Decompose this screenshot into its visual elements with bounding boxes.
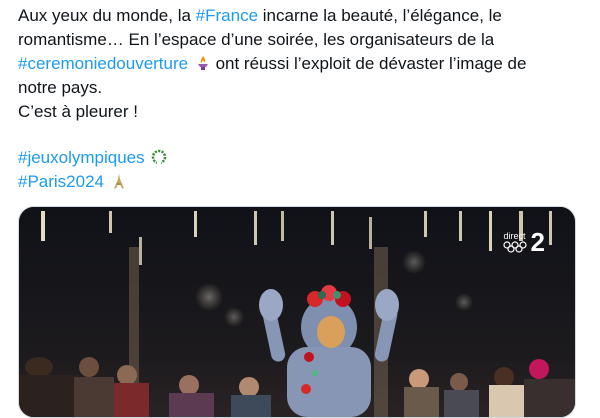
channel-number: 2 [530, 227, 545, 257]
hashtag-jeuxolympiques-link[interactable]: #jeuxolympiques [18, 148, 145, 167]
tweet-line-hashtag-jeux: #jeuxolympiques [18, 146, 578, 170]
eiffel-tower-icon [113, 173, 124, 189]
tweet-text: Aux yeux du monde, la #France incarne la… [18, 4, 578, 194]
tweet-text-segment: ont réussi l’exploit de dévaster l’image… [210, 54, 527, 73]
tweet-line-hashtag-paris: #Paris2024 [18, 170, 578, 194]
hashtag-paris2024-link[interactable]: #Paris2024 [18, 172, 104, 191]
torch-icon [197, 56, 208, 70]
tweet-text-segment: Aux yeux du monde, la [18, 6, 196, 25]
direct-label: direct [503, 231, 526, 241]
tweet-line-1: Aux yeux du monde, la #France incarne la… [18, 4, 578, 28]
video-media[interactable]: direct 2 [18, 206, 576, 418]
broadcast-logo: direct 2 [502, 227, 545, 257]
tweet-line-5: C’est à pleurer ! [18, 102, 138, 121]
tweet-line-3: #ceremoniedouverture ont réussi l’exploi… [18, 52, 578, 76]
olympic-rings-icon [502, 241, 527, 253]
hashtag-ceremonie-link[interactable]: #ceremoniedouverture [18, 54, 188, 73]
tweet-line-4: notre pays. [18, 78, 103, 97]
tweet-line-2: romantisme… En l’espace d’une soirée, le… [18, 30, 495, 49]
video-frame [19, 207, 575, 417]
laurel-wreath-icon [152, 149, 167, 165]
hashtag-france-link[interactable]: #France [196, 6, 258, 25]
tweet-text-segment: incarne la beauté, l’élégance, le [258, 6, 502, 25]
